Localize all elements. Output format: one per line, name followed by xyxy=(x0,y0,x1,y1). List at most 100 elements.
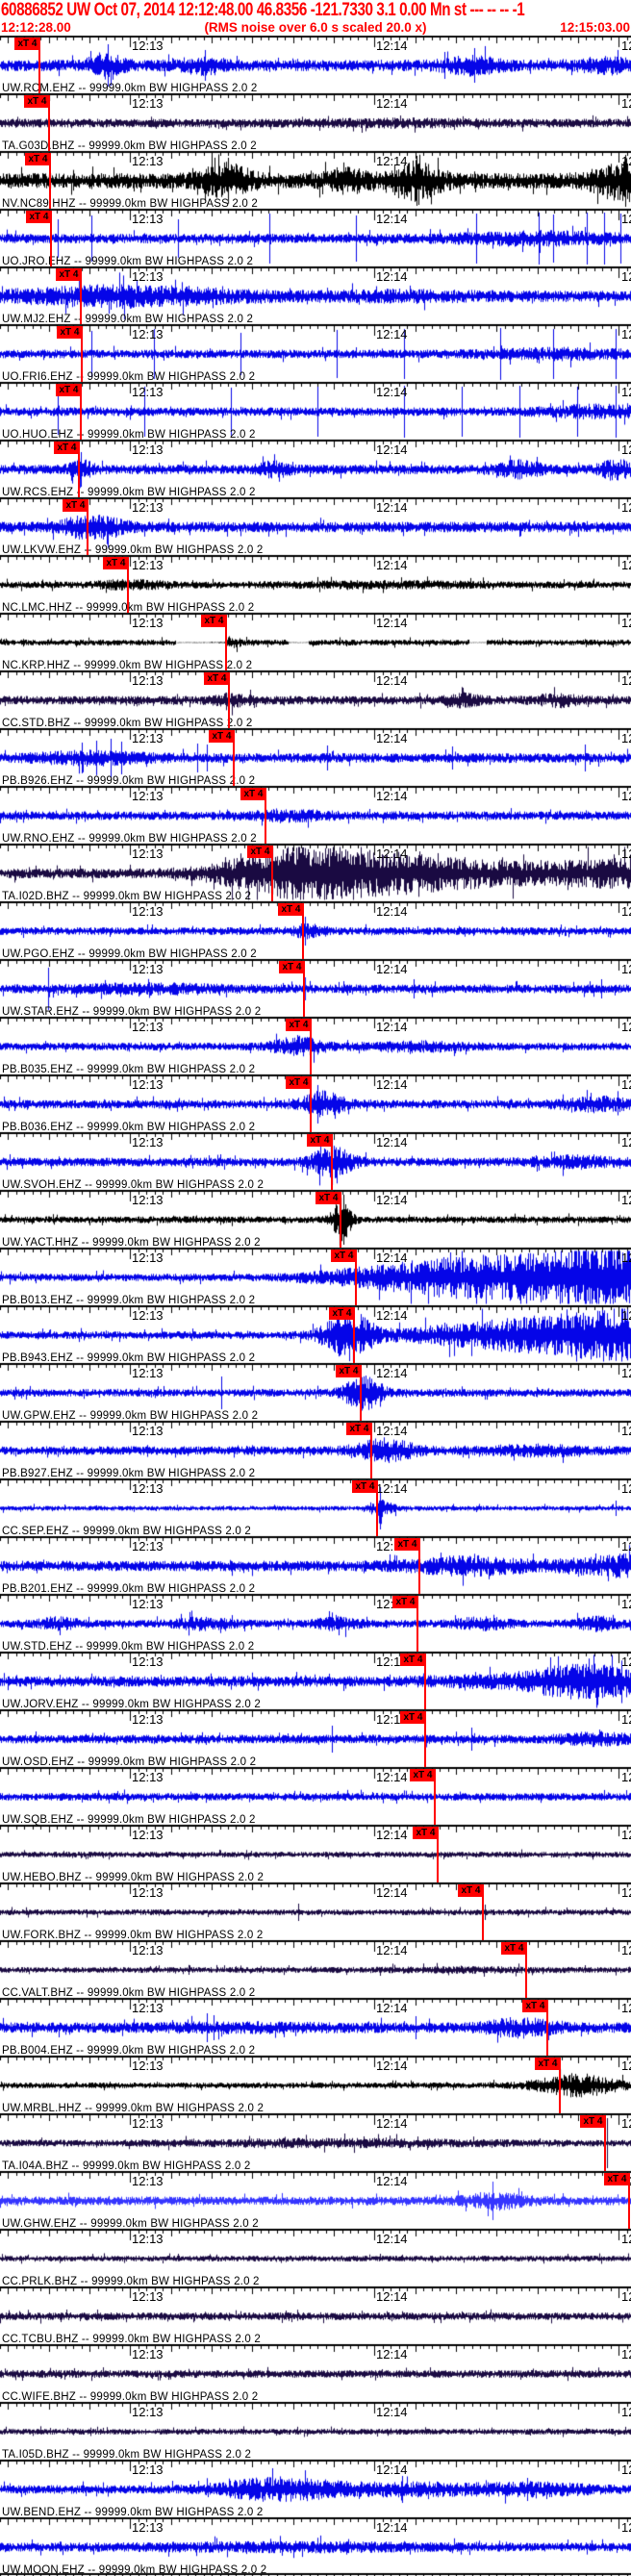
phase-pick-flag[interactable]: xT 4 xyxy=(392,1596,418,1608)
phase-pick-flag[interactable]: xT 4 xyxy=(307,1134,333,1147)
phase-pick-flag[interactable]: xT 4 xyxy=(346,1423,372,1435)
trace-row[interactable]: 12:1312:1412:15UO.FRI6.EHZ -- 99999.0km … xyxy=(0,324,631,383)
time-tick-label: 12:13 xyxy=(132,2347,164,2361)
phase-pick-flag[interactable]: xT 4 xyxy=(410,1769,436,1781)
trace-row[interactable]: 12:1312:1412:15NC.LMC.HHZ -- 99999.0km B… xyxy=(0,555,631,614)
trace-row[interactable]: 12:1312:1412:15CC.SEP.EHZ -- 99999.0km B… xyxy=(0,1478,631,1537)
time-tick-label: 12:15 xyxy=(621,1366,631,1380)
phase-pick-flag[interactable]: xT 4 xyxy=(522,2000,548,2012)
trace-row[interactable]: 12:1312:1412:15PB.B201.EHZ -- 99999.0km … xyxy=(0,1536,631,1595)
trace-row[interactable]: 12:1312:1412:15UW.RCM.EHZ -- 99999.0km B… xyxy=(0,36,631,94)
phase-pick-flag[interactable]: xT 4 xyxy=(247,846,273,858)
phase-pick-flag[interactable]: xT 4 xyxy=(400,1711,426,1724)
phase-pick-flag[interactable]: xT 4 xyxy=(204,672,230,685)
phase-pick-flag[interactable]: xT 4 xyxy=(316,1192,341,1204)
trace-row[interactable]: 12:1312:1412:15PB.B927.EHZ -- 99999.0km … xyxy=(0,1421,631,1479)
phase-pick-flag[interactable]: xT 4 xyxy=(535,2058,561,2070)
trace-row[interactable]: 12:1312:1412:15CC.WIFE.BHZ -- 99999.0km … xyxy=(0,2344,631,2403)
trace-row[interactable]: 12:1312:1412:15UW.SVOH.EHZ -- 99999.0km … xyxy=(0,1132,631,1191)
trace-row[interactable]: 12:1312:1412:15UW.PGO.EHZ -- 99999.0km B… xyxy=(0,901,631,960)
phase-pick-flag[interactable]: xT 4 xyxy=(25,153,51,165)
trace-row[interactable]: 12:1312:1412:15UW.SQB.EHZ -- 99999.0km B… xyxy=(0,1767,631,1826)
phase-pick-flag[interactable]: xT 4 xyxy=(336,1365,362,1377)
trace-row[interactable]: 12:1312:1412:15UO.HUO.EHZ -- 99999.0km B… xyxy=(0,382,631,441)
phase-pick-flag[interactable]: xT 4 xyxy=(240,788,266,800)
trace-row[interactable]: 12:1312:1412:15TA.I04A.BHZ -- 99999.0km … xyxy=(0,2113,631,2172)
trace-row[interactable]: 12:1312:1412:15UW.GPW.EHZ -- 99999.0km B… xyxy=(0,1363,631,1422)
trace-row[interactable]: 12:1312:1412:15TA.G03D.BHZ -- 99999.0km … xyxy=(0,93,631,152)
time-tick-label: 12:14 xyxy=(376,1020,408,1034)
trace-row[interactable]: 12:1312:1412:15UW.RNO.EHZ -- 99999.0km B… xyxy=(0,786,631,845)
phase-pick-flag[interactable]: xT 4 xyxy=(458,1884,484,1897)
phase-pick-flag[interactable]: xT 4 xyxy=(26,211,52,223)
phase-pick-flag[interactable]: xT 4 xyxy=(394,1538,420,1551)
trace-row[interactable]: 12:1312:1412:15PB.B926.EHZ -- 99999.0km … xyxy=(0,728,631,787)
phase-pick-flag[interactable]: xT 4 xyxy=(604,2173,630,2185)
trace-row[interactable]: 12:13 12:14 12:15 UW.MOON.EHZ -- 99999.0km … xyxy=(0,2517,631,2576)
trace-row[interactable]: 12:1312:1412:15TA.I05D.BHZ -- 99999.0km … xyxy=(0,2402,631,2461)
trace-row[interactable]: 12:1312:1412:15UW.STD.EHZ -- 99999.0km B… xyxy=(0,1594,631,1653)
time-tick-label: 12:15 xyxy=(621,96,631,111)
trace-row[interactable]: 12:1312:1412:15PB.B943.EHZ -- 99999.0km … xyxy=(0,1305,631,1364)
phase-pick-flag[interactable]: xT 4 xyxy=(580,2115,606,2128)
time-tick-label: 12:13 xyxy=(132,2174,164,2188)
trace-row[interactable]: 12:1312:1412:15CC.STD.BHZ -- 99999.0km B… xyxy=(0,670,631,729)
time-tick-label: 12:14 xyxy=(376,673,408,688)
phase-pick-flag[interactable]: xT 4 xyxy=(103,557,129,569)
trace-row[interactable]: 12:1312:1412:15UW.OSD.EHZ -- 99999.0km B… xyxy=(0,1709,631,1768)
phase-pick-line xyxy=(355,1262,357,1305)
time-tick-label: 12:13 xyxy=(132,2520,164,2535)
phase-pick-flag[interactable]: xT 4 xyxy=(413,1827,439,1839)
phase-pick-flag[interactable]: xT 4 xyxy=(14,38,40,50)
trace-row[interactable]: 12:1312:1412:15UW.YACT.HHZ -- 99999.0km … xyxy=(0,1190,631,1249)
phase-pick-flag[interactable]: xT 4 xyxy=(400,1654,426,1666)
time-tick-label: 12:14 xyxy=(376,789,408,803)
trace-row[interactable]: 12:1312:1412:15CC.VALT.BHZ -- 99999.0km … xyxy=(0,1940,631,1999)
phase-pick-flag[interactable]: xT 4 xyxy=(56,384,82,396)
trace-row[interactable]: 12:1312:1412:15UW.GHW.EHZ -- 99999.0km B… xyxy=(0,2171,631,2230)
trace-row[interactable]: 12:1312:1412:15PB.B036.EHZ -- 99999.0km … xyxy=(0,1074,631,1133)
time-tick-label: 12:13 xyxy=(132,1193,164,1207)
phase-pick-line xyxy=(310,1089,312,1132)
phase-pick-line xyxy=(225,627,227,670)
trace-row[interactable]: 12:1312:1412:15PB.B004.EHZ -- 99999.0km … xyxy=(0,1998,631,2057)
phase-pick-flag[interactable]: xT 4 xyxy=(57,326,83,339)
phase-pick-flag[interactable]: xT 4 xyxy=(279,961,305,973)
trace-row[interactable]: 12:1312:1412:15UO.JRO.EHZ -- 99999.0km B… xyxy=(0,209,631,267)
phase-pick-flag[interactable]: xT 4 xyxy=(331,1250,357,1262)
phase-pick-flag[interactable]: xT 4 xyxy=(209,730,235,743)
trace-row[interactable]: 12:1312:1412:15UW.MJ2.EHZ -- 99999.0km B… xyxy=(0,266,631,325)
trace-row[interactable]: 12:1312:1412:15PB.B013.EHZ -- 99999.0km … xyxy=(0,1248,631,1306)
trace-row[interactable]: 12:1312:1412:15NC.KRP.HHZ -- 99999.0km B… xyxy=(0,613,631,671)
time-tick-label: 12:14 xyxy=(376,904,408,919)
trace-row[interactable]: 12:1312:1412:15UW.FORK.BHZ -- 99999.0km … xyxy=(0,1882,631,1941)
time-tick-label: 12:15 xyxy=(621,1135,631,1149)
trace-row[interactable]: 12:1312:1412:15PB.B035.EHZ -- 99999.0km … xyxy=(0,1017,631,1075)
phase-pick-flag[interactable]: xT 4 xyxy=(286,1019,312,1031)
trace-row[interactable]: 12:1312:1412:15NV.NC89.HHZ -- 99999.0km … xyxy=(0,151,631,210)
trace-row[interactable]: 12:1312:1412:15TA.I02D.BHZ -- 99999.0km … xyxy=(0,844,631,902)
trace-row[interactable]: 12:1312:1412:15CC.TCBU.BHZ -- 99999.0km … xyxy=(0,2286,631,2345)
trace-row[interactable]: 12:1312:1412:15UW.HEBO.BHZ -- 99999.0km … xyxy=(0,1825,631,1883)
phase-pick-flag[interactable]: xT 4 xyxy=(286,1076,312,1089)
trace-row[interactable]: 12:1312:1412:15UW.LKVW.EHZ -- 99999.0km … xyxy=(0,497,631,556)
phase-pick-flag[interactable]: xT 4 xyxy=(501,1942,527,1955)
phase-pick-flag[interactable]: xT 4 xyxy=(278,903,304,916)
time-tick-label: 12:15 xyxy=(621,1770,631,1784)
trace-row[interactable]: 12:1312:1412:15UW.JORV.EHZ -- 99999.0km … xyxy=(0,1652,631,1710)
trace-row[interactable]: 12:1312:1412:15UW.STAR.EHZ -- 99999.0km … xyxy=(0,959,631,1018)
trace-row[interactable]: 12:1312:1412:15UW.RCS.EHZ -- 99999.0km B… xyxy=(0,440,631,498)
phase-pick-flag[interactable]: xT 4 xyxy=(329,1307,355,1320)
phase-pick-flag[interactable]: xT 4 xyxy=(24,95,50,108)
time-tick-label: 12:15 xyxy=(621,38,631,53)
trace-row[interactable]: 12:1312:1412:15UW.MRBL.HHZ -- 99999.0km … xyxy=(0,2056,631,2114)
phase-pick-flag[interactable]: xT 4 xyxy=(63,499,88,512)
time-tick-label: 12:14 xyxy=(376,1193,408,1207)
phase-pick-flag[interactable]: xT 4 xyxy=(201,615,227,627)
phase-pick-flag[interactable]: xT 4 xyxy=(56,268,82,281)
phase-pick-line xyxy=(310,1031,312,1074)
phase-pick-flag[interactable]: xT 4 xyxy=(352,1480,378,1493)
trace-row[interactable]: 12:1312:1412:15UW.BEND.EHZ -- 99999.0km … xyxy=(0,2460,631,2518)
trace-row[interactable]: 12:1312:1412:15CC.PRLK.BHZ -- 99999.0km … xyxy=(0,2229,631,2287)
phase-pick-flag[interactable]: xT 4 xyxy=(54,442,80,454)
